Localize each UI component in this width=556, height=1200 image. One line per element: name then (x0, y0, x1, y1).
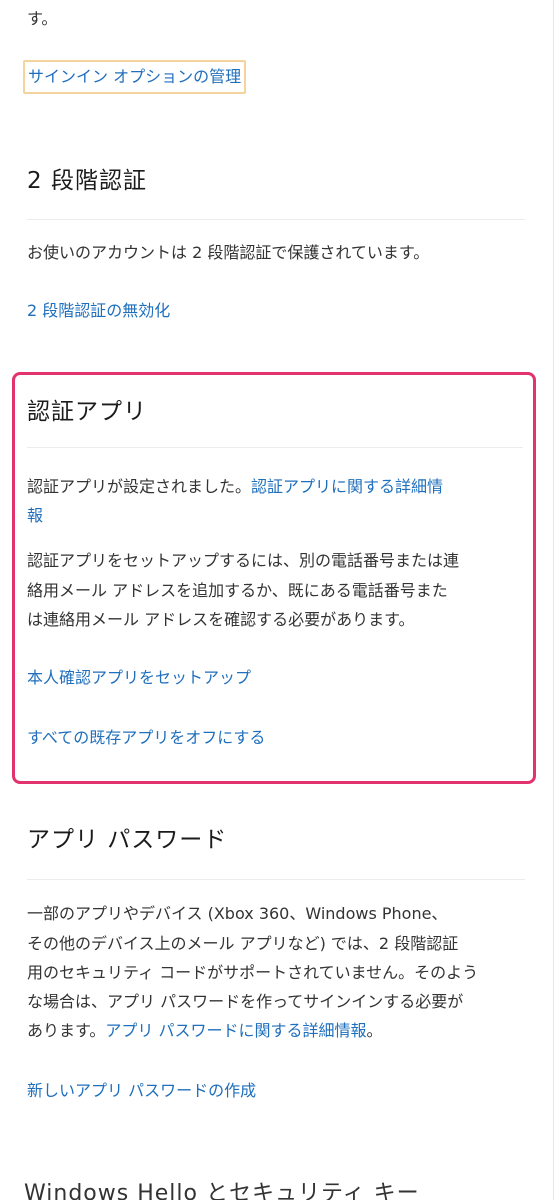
app-password-details-link[interactable]: アプリ パスワードに関する詳細情報 (105, 1021, 366, 1040)
app-password-divider (27, 879, 525, 880)
security-settings-page: す。 サインイン オプションの管理 2 段階認証 お使いのアカウントは 2 段階… (0, 0, 556, 1200)
setup-identity-app-link[interactable]: 本人確認アプリをセットアップ (27, 663, 251, 693)
app-password-desc-line4: な場合は、アプリ パスワードを作ってサインインする必要が (27, 992, 464, 1011)
windows-hello-heading: Windows Hello とセキュリティ キー (24, 1181, 420, 1200)
authenticator-setup-text-line1: 認証アプリをセットアップするには、別の電話番号または連 (27, 551, 460, 570)
authenticator-app-status-text: 認証アプリが設定されました。 (27, 477, 252, 496)
authenticator-setup-text-line2: 絡用メール アドレスを追加するか、既にある電話番号また (27, 581, 448, 600)
authenticator-app-details-link[interactable]: 認証アプリに関する詳細情 (251, 477, 443, 496)
authenticator-setup-text-line3: は連絡用メール アドレスを確認する必要があります。 (27, 610, 415, 629)
authenticator-app-divider (27, 447, 523, 448)
app-password-desc-line2: その他のデバイス上のメール アプリなど) では、2 段階認証 (27, 934, 459, 953)
authenticator-app-details-link-continued[interactable]: 報 (27, 501, 43, 531)
app-password-desc-line5: あります。アプリ パスワードに関する詳細情報。 (27, 1016, 383, 1046)
create-app-password-link[interactable]: 新しいアプリ パスワードの作成 (27, 1076, 256, 1106)
manage-signin-options-link[interactable]: サインイン オプションの管理 (23, 60, 247, 94)
authenticator-app-status: 認証アプリが設定されました。認証アプリに関する詳細情 (27, 472, 443, 502)
app-password-heading: アプリ パスワード (27, 827, 228, 853)
two-step-heading: 2 段階認証 (27, 168, 147, 194)
app-password-desc-line1: 一部のアプリやデバイス (Xbox 360、Windows Phone、 (27, 904, 448, 923)
previous-section-text-fragment: す。 (27, 9, 58, 28)
scroll-edge-divider (553, 0, 554, 1200)
authenticator-app-heading: 認証アプリ (27, 399, 147, 425)
disable-two-step-link[interactable]: 2 段階認証の無効化 (27, 296, 170, 326)
app-password-desc-prefix: あります。 (27, 1021, 106, 1040)
app-password-desc-suffix: 。 (366, 1021, 383, 1040)
turn-off-existing-apps-link[interactable]: すべての既存アプリをオフにする (27, 723, 265, 753)
two-step-divider (27, 219, 525, 220)
app-password-desc-line3: 用のセキュリティ コードがサポートされていません。そのよう (27, 963, 479, 982)
two-step-description: お使いのアカウントは 2 段階認証で保護されています。 (27, 243, 430, 262)
